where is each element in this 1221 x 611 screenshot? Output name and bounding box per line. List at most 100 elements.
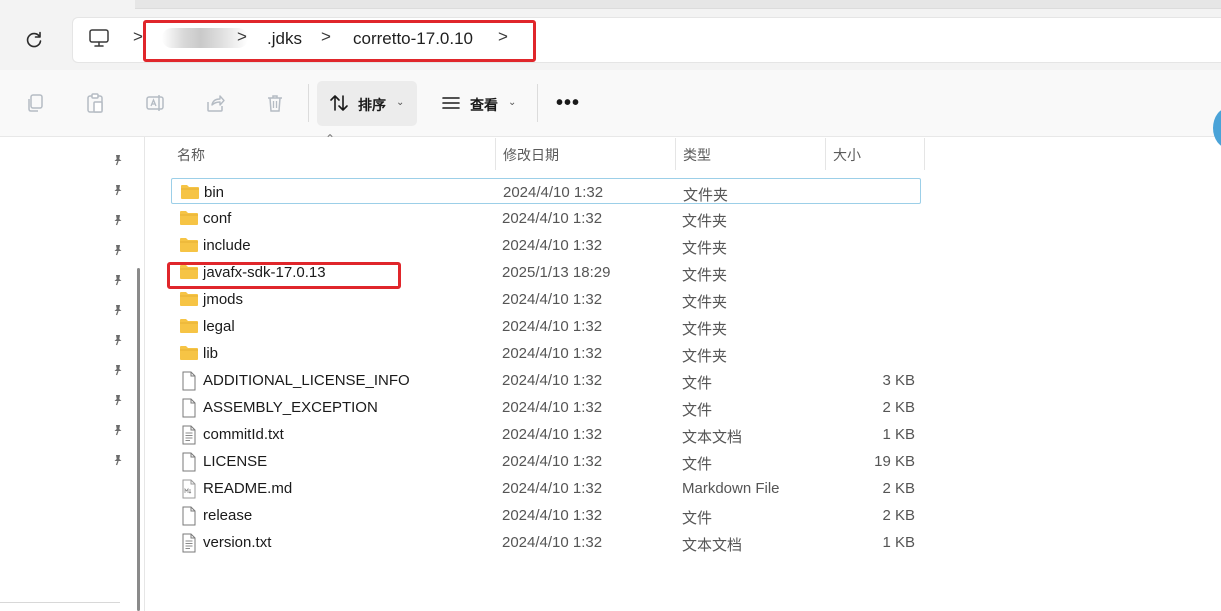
- toolbar-divider: [537, 84, 538, 122]
- file-size-cell: 2 KB: [882, 507, 915, 524]
- more-options-button[interactable]: •••: [554, 90, 582, 116]
- this-pc-icon[interactable]: [87, 26, 111, 50]
- file-row-additional-license-info[interactable]: ADDITIONAL_LICENSE_INFO 2024/4/10 1:32 文件 3…: [171, 367, 921, 393]
- pin-icon[interactable]: [111, 153, 125, 167]
- file-date-cell: 2024/4/10 1:32: [502, 291, 603, 308]
- file-size-cell: 2 KB: [882, 399, 915, 416]
- file-explorer-window: > > .jdks > corretto-17.0.10 > 排序 ⌄ 查看 ⌄…: [0, 0, 1221, 611]
- file-type-cell: 文件夹: [682, 348, 728, 365]
- pin-icon[interactable]: [111, 333, 125, 347]
- pin-icon[interactable]: [111, 273, 125, 287]
- annotation-highlight-javafx: [167, 262, 401, 289]
- pin-icon[interactable]: [111, 363, 125, 377]
- navigation-scrollbar[interactable]: [137, 268, 140, 611]
- file-row-release[interactable]: release 2024/4/10 1:32 文件 2 KB: [171, 502, 921, 528]
- pin-icon[interactable]: [111, 183, 125, 197]
- file-name-cell: commitId.txt: [203, 426, 284, 443]
- file-type-cell: 文件夹: [682, 321, 728, 338]
- chevron-down-icon: ⌄: [396, 97, 405, 108]
- file-icon: [179, 452, 199, 472]
- column-divider[interactable]: [675, 138, 676, 170]
- file-name-cell: ASSEMBLY_EXCEPTION: [203, 399, 378, 416]
- file-type-cell: 文件: [682, 510, 713, 527]
- file-date-cell: 2024/4/10 1:32: [502, 534, 603, 551]
- pane-divider[interactable]: [144, 137, 145, 611]
- file-date-cell: 2024/4/10 1:32: [502, 426, 603, 443]
- copy-button[interactable]: [22, 90, 48, 116]
- file-type-cell: 文件: [682, 375, 713, 392]
- file-name-cell: legal: [203, 318, 235, 335]
- chevron-down-icon: ⌄: [508, 97, 517, 108]
- file-icon: [179, 398, 199, 418]
- pin-icon[interactable]: [111, 243, 125, 257]
- file-date-cell: 2025/1/13 18:29: [502, 264, 611, 281]
- file-row-version-txt[interactable]: version.txt 2024/4/10 1:32 文本文档 1 KB: [171, 529, 921, 555]
- file-name-cell: bin: [204, 184, 225, 201]
- file-row-jmods[interactable]: jmods 2024/4/10 1:32 文件夹: [171, 286, 921, 312]
- file-row-commitid-txt[interactable]: commitId.txt 2024/4/10 1:32 文本文档 1 KB: [171, 421, 921, 447]
- folder-icon: [180, 183, 200, 201]
- file-date-cell: 2024/4/10 1:32: [502, 345, 603, 362]
- file-type-cell: 文件夹: [682, 294, 728, 311]
- file-size-cell: 3 KB: [882, 372, 915, 389]
- file-type-cell: 文件夹: [683, 187, 729, 204]
- file-name-cell: README.md: [203, 480, 293, 497]
- file-row-assembly-exception[interactable]: ASSEMBLY_EXCEPTION 2024/4/10 1:32 文件 2 KB: [171, 394, 921, 420]
- delete-button[interactable]: [262, 90, 288, 116]
- file-size-cell: 1 KB: [882, 534, 915, 551]
- folder-icon: [179, 317, 199, 335]
- pin-icon[interactable]: [111, 213, 125, 227]
- column-divider[interactable]: [924, 138, 925, 170]
- view-icon[interactable]: [438, 90, 464, 116]
- file-type-cell: 文件夹: [682, 240, 728, 257]
- file-date-cell: 2024/4/10 1:32: [502, 507, 603, 524]
- folder-icon: [179, 209, 199, 227]
- navigation-pane-divider-line: [0, 602, 120, 603]
- file-type-cell: 文件夹: [682, 213, 728, 230]
- file-type-cell: 文本文档: [682, 429, 743, 446]
- column-header-size[interactable]: 大小: [833, 145, 861, 165]
- file-row-legal[interactable]: legal 2024/4/10 1:32 文件夹: [171, 313, 921, 339]
- share-button[interactable]: [202, 90, 228, 116]
- column-divider[interactable]: [825, 138, 826, 170]
- file-row-bin[interactable]: bin 2024/4/10 1:32 文件夹: [171, 178, 921, 204]
- file-size-cell: 1 KB: [882, 426, 915, 443]
- file-name-cell: lib: [203, 345, 219, 362]
- pin-icon[interactable]: [111, 453, 125, 467]
- file-row-license[interactable]: LICENSE 2024/4/10 1:32 文件 19 KB: [171, 448, 921, 474]
- file-date-cell: 2024/4/10 1:32: [502, 318, 603, 335]
- file-icon: [179, 506, 199, 526]
- sort-icon: [326, 90, 352, 116]
- view-button-label[interactable]: 查看: [470, 95, 498, 115]
- column-header-name[interactable]: 名称: [177, 145, 205, 165]
- file-name-cell: include: [203, 237, 251, 254]
- column-divider[interactable]: [495, 138, 496, 170]
- rename-button[interactable]: [142, 90, 168, 116]
- navigation-pane: [0, 137, 132, 611]
- file-row-lib[interactable]: lib 2024/4/10 1:32 文件夹: [171, 340, 921, 366]
- pin-icon[interactable]: [111, 393, 125, 407]
- file-name-cell: release: [203, 507, 253, 524]
- pin-icon[interactable]: [111, 423, 125, 437]
- file-row-readme-md[interactable]: README.md 2024/4/10 1:32 Markdown File 2 KB: [171, 475, 921, 501]
- breadcrumb-separator[interactable]: >: [133, 27, 143, 47]
- pin-icon[interactable]: [111, 303, 125, 317]
- column-header-date[interactable]: 修改日期: [503, 145, 559, 165]
- folder-icon: [179, 344, 199, 362]
- file-row-include[interactable]: include 2024/4/10 1:32 文件夹: [171, 232, 921, 258]
- file-type-cell: 文件: [682, 402, 713, 419]
- command-bar: [0, 70, 1221, 137]
- paste-icon: [87, 93, 103, 113]
- file-row-conf[interactable]: conf 2024/4/10 1:32 文件夹: [171, 205, 921, 231]
- trash-icon: [268, 95, 282, 112]
- file-size-cell: 2 KB: [882, 480, 915, 497]
- refresh-button[interactable]: [18, 24, 50, 56]
- refresh-icon: [26, 31, 42, 48]
- file-type-cell: 文本文档: [682, 537, 743, 554]
- file-date-cell: 2024/4/10 1:32: [502, 210, 603, 227]
- column-header-type[interactable]: 类型: [683, 145, 711, 165]
- file-type-cell: 文件: [682, 456, 713, 473]
- paste-button[interactable]: [82, 90, 108, 116]
- sort-ascending-indicator-icon: ⌃: [325, 132, 336, 146]
- file-date-cell: 2024/4/10 1:32: [503, 184, 604, 201]
